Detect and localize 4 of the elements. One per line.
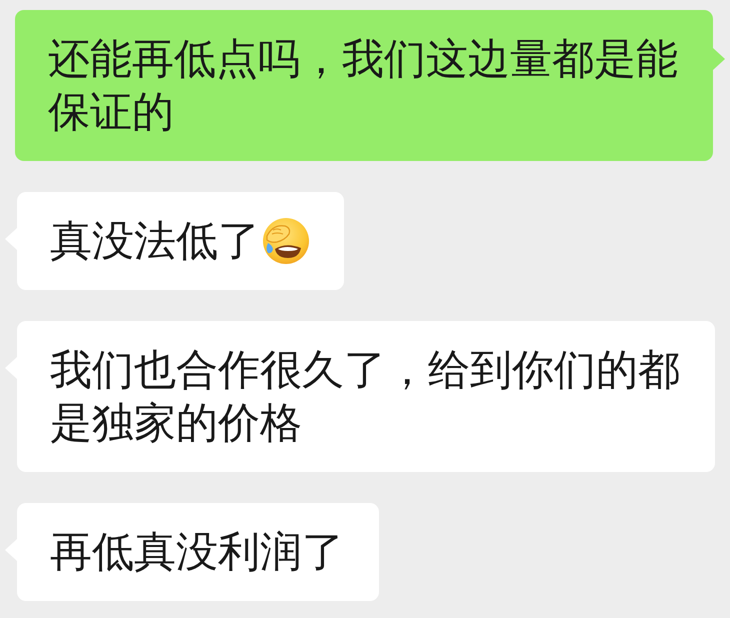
message-text: 真没法低了 (50, 215, 260, 267)
message-text: 我们也合作很久了，给到你们的都是独家的价格 (50, 344, 680, 449)
message-text: 再低真没利润了 (50, 526, 344, 578)
message-text: 还能再低点吗，我们这边量都是能保证的 (48, 33, 678, 138)
